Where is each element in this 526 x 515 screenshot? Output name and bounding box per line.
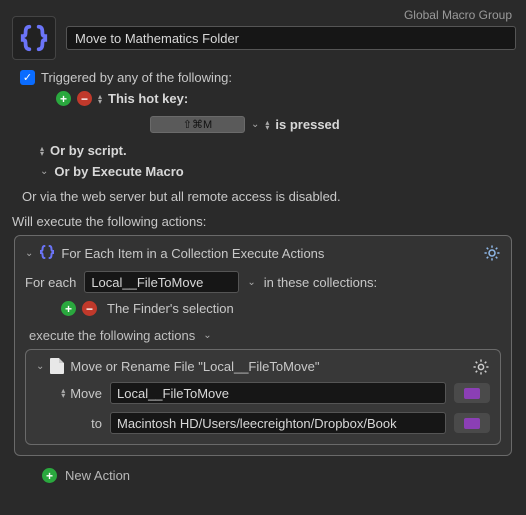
pressed-label: is pressed: [275, 117, 339, 132]
move-title: Move or Rename File "Local__FileToMove": [70, 359, 319, 374]
chevron-down-icon[interactable]: ⌄: [36, 361, 44, 372]
remove-trigger-button[interactable]: −: [77, 91, 92, 106]
chevron-down-icon[interactable]: ⌄: [203, 330, 211, 341]
foreach-variable-input[interactable]: [84, 271, 239, 293]
remove-collection-button[interactable]: −: [82, 301, 97, 316]
add-collection-button[interactable]: +: [61, 301, 76, 316]
trigger-enabled-checkbox[interactable]: ✓: [20, 70, 35, 85]
script-trigger-label: Or by script.: [50, 143, 127, 158]
sort-icon[interactable]: ▴▾: [40, 146, 44, 156]
for-each-label: For each: [25, 275, 76, 290]
add-action-button[interactable]: +: [42, 468, 57, 483]
hotkey-field[interactable]: ⇧⌘M: [150, 116, 245, 133]
file-chooser-button[interactable]: [454, 383, 490, 403]
file-chooser-button[interactable]: [454, 413, 490, 433]
new-action-label: New Action: [65, 468, 130, 483]
exec-macro-trigger-label: Or by Execute Macro: [54, 164, 183, 179]
braces-icon: [39, 244, 55, 263]
add-trigger-button[interactable]: +: [56, 91, 71, 106]
hotkey-label: This hot key:: [108, 91, 188, 106]
chevron-down-icon[interactable]: ⌄: [25, 248, 33, 259]
chevron-down-icon[interactable]: ⌄: [40, 166, 48, 177]
sort-icon[interactable]: ▴▾: [61, 388, 65, 398]
group-label: Global Macro Group: [404, 8, 512, 22]
foreach-title: For Each Item in a Collection Execute Ac…: [61, 246, 324, 261]
in-collections-label: in these collections:: [264, 275, 377, 290]
move-file-action[interactable]: ⌄ Move or Rename File "Local__FileToMove…: [25, 349, 501, 445]
trigger-label: Triggered by any of the following:: [41, 70, 232, 85]
move-dest-input[interactable]: [110, 412, 446, 434]
chevron-down-icon[interactable]: ⌄: [251, 119, 259, 130]
chevron-down-icon[interactable]: ⌄: [247, 277, 255, 288]
foreach-action[interactable]: ⌄ For Each Item in a Collection Execute …: [14, 235, 512, 456]
macro-icon: [12, 16, 56, 60]
sort-icon[interactable]: ▴▾: [265, 120, 269, 130]
file-icon: [50, 358, 64, 374]
gear-icon[interactable]: [483, 244, 501, 265]
braces-icon: [19, 23, 49, 53]
macro-title-input[interactable]: [66, 26, 516, 50]
move-source-input[interactable]: [110, 382, 446, 404]
move-op-label: Move: [70, 386, 102, 401]
gear-icon[interactable]: [472, 358, 490, 379]
to-label: to: [91, 416, 102, 431]
reorder-icon[interactable]: ▴▾: [98, 94, 102, 104]
collection-label: The Finder's selection: [107, 301, 234, 316]
actions-header: Will execute the following actions:: [0, 204, 526, 235]
web-trigger-label: Or via the web server but all remote acc…: [22, 189, 341, 204]
execute-actions-label: execute the following actions: [29, 328, 195, 343]
